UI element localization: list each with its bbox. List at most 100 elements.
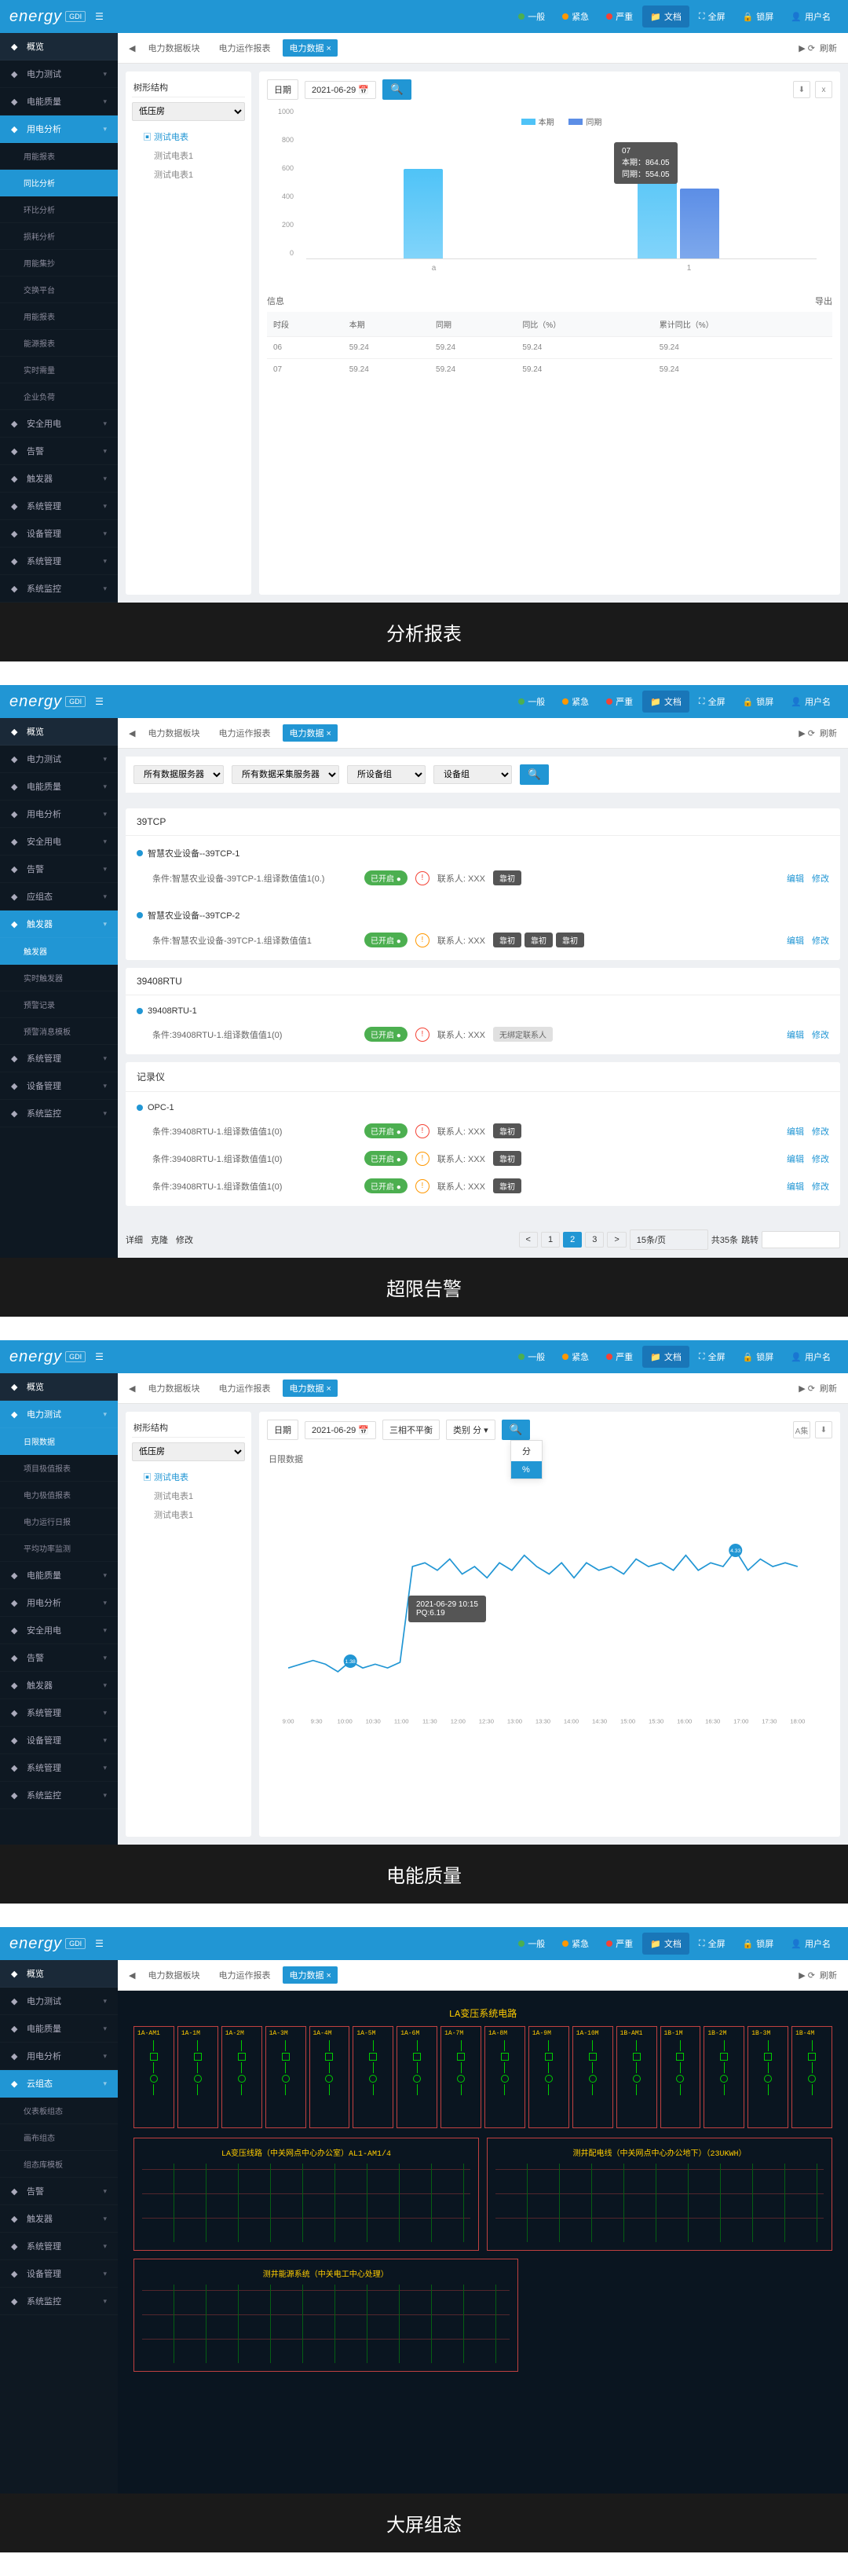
btn-normal[interactable]: 一般 bbox=[510, 691, 553, 713]
btn-lock[interactable]: 🔒 锁屏 bbox=[735, 1933, 782, 1955]
sidebar-item[interactable]: ◆用电分析▾ bbox=[0, 115, 118, 143]
sidebar-item[interactable]: 损耗分析 bbox=[0, 223, 118, 250]
sidebar-item[interactable]: ◆用电分析▾ bbox=[0, 2043, 118, 2070]
opt-min[interactable]: 分 bbox=[511, 1441, 542, 1461]
filter-search-button[interactable]: 🔍 bbox=[520, 764, 549, 785]
tree-node-child[interactable]: 测试电表1 bbox=[132, 1486, 245, 1505]
sidebar-item[interactable]: 预警记录 bbox=[0, 991, 118, 1018]
filter-device[interactable]: 设备组 bbox=[433, 765, 512, 784]
sidebar-item[interactable]: ◆安全用电▾ bbox=[0, 1617, 118, 1644]
sidebar-item[interactable]: ◆概览 bbox=[0, 718, 118, 746]
bc-3[interactable]: 电力数据 × bbox=[283, 39, 337, 57]
sidebar-item[interactable]: ◆系统监控▾ bbox=[0, 2288, 118, 2315]
sidebar-item[interactable]: 电力极值报表 bbox=[0, 1482, 118, 1508]
device-title[interactable]: OPC-1 bbox=[137, 1098, 829, 1117]
breadcrumb-back-icon[interactable]: ◀ bbox=[129, 1383, 135, 1394]
sidebar-item[interactable]: ◆系统监控▾ bbox=[0, 1100, 118, 1127]
btn-urgent[interactable]: 紧急 bbox=[554, 5, 597, 27]
sidebar-item[interactable]: ◆概览 bbox=[0, 1960, 118, 1988]
btn-critical[interactable]: 严重 bbox=[598, 1346, 641, 1368]
btn-docs[interactable]: 📁 文档 bbox=[642, 691, 689, 713]
btn-user[interactable]: 👤 用户名 bbox=[783, 1346, 839, 1368]
tree-node-child[interactable]: 测试电表1 bbox=[132, 146, 245, 165]
sidebar-item[interactable]: 实时触发器 bbox=[0, 965, 118, 991]
btn-user[interactable]: 👤 用户名 bbox=[783, 1933, 839, 1955]
btn-urgent[interactable]: 紧急 bbox=[554, 1346, 597, 1368]
sidebar-item[interactable]: 平均功率监测 bbox=[0, 1535, 118, 1562]
action-modify[interactable]: 修改 bbox=[812, 1180, 829, 1193]
search-button[interactable]: 🔍 bbox=[382, 79, 411, 100]
action-modify[interactable]: 修改 bbox=[812, 1152, 829, 1165]
menu-toggle-icon[interactable]: ☰ bbox=[95, 1351, 104, 1362]
tree-dropdown[interactable]: 低压房 bbox=[132, 102, 245, 121]
sidebar-item[interactable]: ◆设备管理▾ bbox=[0, 1727, 118, 1754]
tree-node-root[interactable]: ▣ 测试电表 bbox=[132, 127, 245, 146]
device-title[interactable]: 智慧农业设备--39TCP-1 bbox=[137, 842, 829, 864]
breadcrumb-back-icon[interactable]: ◀ bbox=[129, 43, 135, 53]
sidebar-item[interactable]: 预警消息模板 bbox=[0, 1018, 118, 1045]
date-input[interactable]: 2021-06-29 📅 bbox=[305, 81, 376, 99]
sidebar-item[interactable]: ◆告警▾ bbox=[0, 438, 118, 465]
menu-toggle-icon[interactable]: ☰ bbox=[95, 11, 104, 22]
sidebar-item[interactable]: 企业负荷 bbox=[0, 383, 118, 410]
sidebar-item[interactable]: 触发器 bbox=[0, 938, 118, 965]
sidebar-item[interactable]: ◆系统管理▾ bbox=[0, 1699, 118, 1727]
opt-percent[interactable]: % bbox=[511, 1461, 542, 1479]
sidebar-item[interactable]: ◆设备管理▾ bbox=[0, 520, 118, 548]
filter-server[interactable]: 所有数据服务器 bbox=[133, 765, 224, 784]
btn-fullscreen[interactable]: ⛶ 全屏 bbox=[691, 1346, 733, 1368]
pg-modify[interactable]: 修改 bbox=[176, 1233, 193, 1246]
sidebar-item[interactable]: 同比分析 bbox=[0, 170, 118, 196]
btn-normal[interactable]: 一般 bbox=[510, 1933, 553, 1955]
sidebar-item[interactable]: ◆触发器▾ bbox=[0, 911, 118, 938]
excel-icon[interactable]: ⬇ bbox=[815, 1421, 832, 1438]
btn-fullscreen[interactable]: ⛶ 全屏 bbox=[691, 1933, 733, 1955]
sidebar-item[interactable]: 日限数据 bbox=[0, 1428, 118, 1455]
sidebar-item[interactable]: ◆系统管理▾ bbox=[0, 1754, 118, 1782]
sidebar-item[interactable]: ◆电能质量▾ bbox=[0, 2015, 118, 2043]
sidebar-item[interactable]: ◆系统管理▾ bbox=[0, 2233, 118, 2260]
action-modify[interactable]: 修改 bbox=[812, 1028, 829, 1041]
sidebar-item[interactable]: ◆安全用电▾ bbox=[0, 410, 118, 438]
action-edit[interactable]: 编辑 bbox=[787, 1180, 804, 1193]
page-size[interactable]: 15条/页 bbox=[630, 1229, 708, 1250]
tree-node-child[interactable]: 测试电表1 bbox=[132, 165, 245, 184]
sidebar-item[interactable]: ◆电力测试▾ bbox=[0, 1988, 118, 2015]
sidebar-item[interactable]: ◆触发器▾ bbox=[0, 1672, 118, 1699]
btn-lock[interactable]: 🔒 锁屏 bbox=[735, 5, 782, 27]
sidebar-item[interactable]: 画布组态 bbox=[0, 2124, 118, 2151]
sidebar-item[interactable]: ◆电能质量▾ bbox=[0, 88, 118, 115]
breadcrumb-back-icon[interactable]: ◀ bbox=[129, 728, 135, 738]
sidebar-item[interactable]: 实时需量 bbox=[0, 357, 118, 383]
btn-fullscreen[interactable]: ⛶ 全屏 bbox=[691, 5, 733, 27]
action-edit[interactable]: 编辑 bbox=[787, 872, 804, 885]
tree-dropdown[interactable]: 低压房 bbox=[132, 1442, 245, 1461]
sidebar-item[interactable]: ◆系统监控▾ bbox=[0, 575, 118, 603]
sidebar-item[interactable]: 交换平台 bbox=[0, 277, 118, 303]
breadcrumb-refresh[interactable]: ▶ ⟳ 刷新 bbox=[799, 1969, 837, 1981]
btn-normal[interactable]: 一般 bbox=[510, 5, 553, 27]
sidebar-item[interactable]: ◆触发器▾ bbox=[0, 465, 118, 493]
btn-lock[interactable]: 🔒 锁屏 bbox=[735, 1346, 782, 1368]
period-select[interactable]: 日期 bbox=[267, 79, 298, 100]
date-input[interactable]: 2021-06-29 📅 bbox=[305, 1421, 376, 1439]
period-select[interactable]: 日期 bbox=[267, 1420, 298, 1440]
bc-2[interactable]: 电力运作报表 bbox=[212, 39, 276, 57]
btn-user[interactable]: 👤 用户名 bbox=[783, 5, 839, 27]
action-edit[interactable]: 编辑 bbox=[787, 934, 804, 947]
sidebar-item[interactable]: 仪表板组态 bbox=[0, 2098, 118, 2124]
btn-docs[interactable]: 📁 文档 bbox=[642, 1346, 689, 1368]
btn-normal[interactable]: 一般 bbox=[510, 1346, 553, 1368]
action-modify[interactable]: 修改 bbox=[812, 1125, 829, 1138]
breadcrumb-refresh[interactable]: ▶ ⟳ 刷新 bbox=[799, 1382, 837, 1394]
sidebar-item[interactable]: ◆用电分析▾ bbox=[0, 1589, 118, 1617]
export-icon[interactable]: ⬇ bbox=[793, 81, 810, 98]
sidebar-item[interactable]: ◆告警▾ bbox=[0, 2178, 118, 2205]
sidebar-item[interactable]: ◆电力测试▾ bbox=[0, 1401, 118, 1428]
search-button[interactable]: 🔍 bbox=[502, 1420, 531, 1440]
device-title[interactable]: 39408RTU-1 bbox=[137, 1002, 829, 1021]
btn-urgent[interactable]: 紧急 bbox=[554, 1933, 597, 1955]
electrical-diagram[interactable]: LA变压系统电路 1A-AM11A-1M1A-2M1A-3M1A-4M1A-5M… bbox=[118, 1991, 848, 2494]
sidebar-item[interactable]: ◆告警▾ bbox=[0, 1644, 118, 1672]
sidebar-item[interactable]: 能源报表 bbox=[0, 330, 118, 357]
